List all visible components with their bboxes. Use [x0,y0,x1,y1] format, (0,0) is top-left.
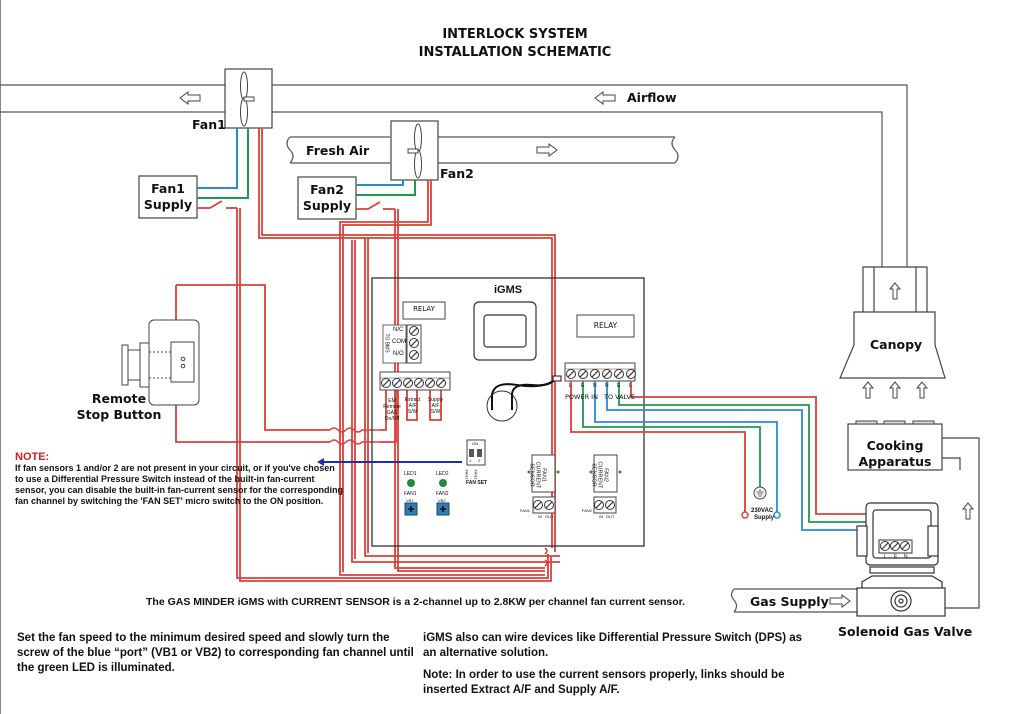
igms-title: iGMS [494,284,523,296]
supply-label-2: S/W [430,409,441,415]
mains-label2: Supply [754,515,775,521]
relay-nc-label: N/C [393,327,404,333]
em-remote-label: EM Remote GAS On/Off [383,398,401,422]
mains-label1: 230VAC [751,508,774,514]
earth-icon [753,486,767,500]
airflow-arrow-left-icon [179,91,201,105]
sensor1-l1: CURRENT [534,461,541,489]
instructions-right2: Note: In order to use the current sensor… [423,669,785,696]
sensor2-l0: FAN2 [602,468,609,482]
vb1-port-icon [404,502,418,516]
sensor2-l2: SENSOR [590,463,597,487]
solenoid-valve-icon [856,502,946,617]
led2-icon [439,479,447,487]
valve-terminal-l: L [884,554,887,560]
remote-stop-line1: Remote [91,391,147,406]
gas-flow-arrow-icon [829,594,851,608]
instructions-right1: iGMS also can wire devices like Differen… [423,632,803,659]
caption: The GAS MINDER iGMS with CURRENT SENSOR … [146,596,686,608]
relay-left-label: RELAY [413,305,435,313]
dip-fan2: FAN2 [473,469,479,480]
pt-n1: N [593,383,597,389]
to-valve-label: TO VALVE [604,393,636,401]
fan-set-label: FAN SET [466,480,488,486]
pt-e1: E [581,383,585,389]
sensor1-l2: SENSOR [528,463,535,487]
remote-stop-line2: Stop Button [76,407,162,422]
fan1-label: Fan1 [192,117,226,132]
fan2-supply-line1: Fan2 [310,182,344,197]
vb2-label: VB2 [438,498,446,503]
solenoid-valve-label: Solenoid Gas Valve [838,624,973,639]
supply-af-label: Supply A/F S/W [427,397,444,415]
pt-n2: N [605,383,609,389]
dip-num-1: 1 [469,458,472,463]
relay-no-label: N/O [393,351,404,357]
sensor-connector-icon [486,375,562,422]
diagram-title: INTERLOCK SYSTEM INSTALLATION SCHEMATIC [400,26,630,62]
led1-label: LED1 [404,471,417,477]
sensor1-term-label: FAN1 [520,508,531,513]
em-label-3: On/Off [384,416,400,422]
title-line1: INTERLOCK SYSTEM [442,27,588,42]
fan1-led-label: FAN1 [404,491,417,497]
led2-label: LED2 [436,471,449,477]
cooking-line1: Cooking [866,438,924,453]
sensor2-out: OUT [606,514,615,519]
to-bms-label: TO BMS [383,333,390,353]
valve-terminal-n: N [904,554,908,560]
fan1-supply-label: Fan1 Supply [139,181,197,213]
title-line2: INSTALLATION SCHEMATIC [418,45,612,60]
fan2-supply-line2: Supply [302,198,352,213]
sensor2-in: IN [599,514,603,519]
sensor1-in: IN [538,514,542,519]
pt-l1: L [569,383,572,389]
relay-right-label: RELAY [593,321,618,330]
remote-stop-label: Remote Stop Button [76,391,162,423]
extract-af-label: Extract A/F S/W [404,397,421,415]
note-title: NOTE: [15,451,50,463]
gas-supply-label: Gas Supply [750,594,829,609]
dip-fan1: FAN1 [464,469,470,480]
relay-com-label: COM [392,339,406,345]
fan1-icon [224,68,273,129]
dip-num-2: 2 [478,458,481,463]
power-in-label: POWER IN [565,393,598,401]
fan2-icon [390,120,439,181]
led1-icon [407,479,415,487]
note-body: If fan sensors 1 and/or 2 are not presen… [15,463,344,506]
fan1-supply-line1: Fan1 [151,181,185,196]
cooking-apparatus-label: Cooking Apparatus [848,438,942,470]
pt-l2: L [629,383,632,389]
airflow-label: Airflow [627,90,677,105]
vb2-port-icon [436,502,450,516]
extract-label-2: S/W [407,409,418,415]
mains-supply-label: 230VAC Supply [751,508,774,522]
fresh-air-arrow-icon [536,143,558,157]
instructions-left: Set the fan speed to the minimum desired… [17,632,414,674]
sensor1-label: FAN1 CURRENT SENSOR [528,462,546,489]
fan1-supply-line2: Supply [143,197,193,212]
airflow-arrow-icon [594,91,616,105]
valve-terminal-e: E [894,554,898,560]
fan2-supply-label: Fan2 Supply [298,182,356,214]
sensor1-l0: FAN1 [540,468,547,482]
canopy-icon [839,266,946,379]
canopy-label: Canopy [870,337,923,352]
sensor2-label: FAN2 CURRENT SENSOR [590,462,608,489]
dip-on-label: ON [472,441,478,446]
fresh-air-label: Fresh Air [306,143,370,158]
vb1-label: VB1 [406,498,414,503]
cooking-line2: Apparatus [858,454,932,469]
sensor2-l1: CURRENT [596,461,603,489]
fan2-led-label: FAN2 [436,491,449,497]
pt-e2: E [617,383,621,389]
sensor1-out: OUT [545,514,554,519]
fan2-label: Fan2 [440,166,474,181]
sensor2-term-label: FAN2 [582,508,593,513]
